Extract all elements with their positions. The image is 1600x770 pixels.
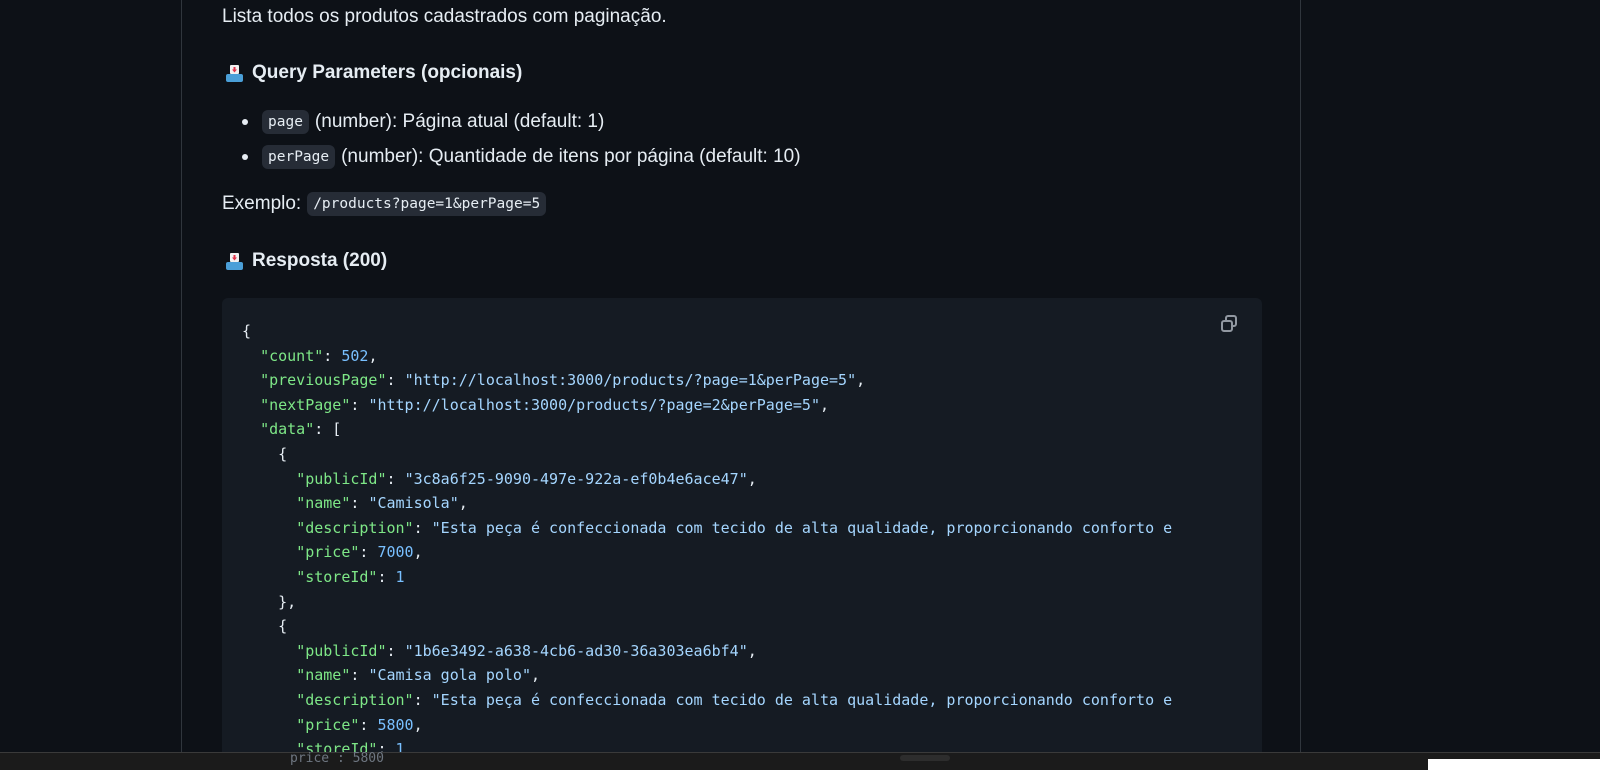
- json-key: "previousPage": [260, 371, 387, 390]
- json-key: "nextPage": [260, 395, 351, 414]
- code-line: {: [242, 442, 1172, 467]
- json-string: "http://localhost:3000/products/?page=2&…: [368, 395, 820, 414]
- page: Lista todos os produtos cadastrados com …: [0, 0, 1600, 770]
- json-punctuation: :: [413, 518, 432, 537]
- json-key: "name": [296, 666, 351, 685]
- json-string: "3c8a6f25-9090-497e-922a-ef0b4e6ace47": [404, 469, 748, 488]
- query-parameters-title: Query Parameters (opcionais): [252, 62, 523, 83]
- json-number: 1: [395, 567, 405, 586]
- example-row: Exemplo: /products?page=1&perPage=5: [222, 192, 547, 216]
- json-punctuation: :: [350, 494, 369, 513]
- response-heading: Resposta (200): [226, 250, 387, 272]
- json-punctuation: :: [413, 690, 432, 709]
- inbox-tray-icon: [226, 252, 243, 270]
- json-key: "count": [260, 346, 324, 365]
- json-punctuation: {: [242, 322, 252, 340]
- response-title: Resposta (200): [252, 250, 388, 271]
- json-punctuation: {: [278, 444, 288, 463]
- code-line: "data": [: [242, 417, 1172, 442]
- param-description: (number): Página atual (default: 1): [314, 110, 605, 132]
- json-string: "1b6e3492-a638-4cb6-ad30-36a303ea6bf4": [404, 641, 748, 660]
- code-line: "previousPage": "http://localhost:3000/p…: [242, 368, 1172, 393]
- json-key: "publicId": [296, 469, 387, 488]
- json-punctuation: : [: [314, 420, 342, 439]
- list-item: page (number): Página atual (default: 1): [222, 104, 801, 139]
- param-name-code: page: [262, 109, 309, 134]
- example-label: Exemplo:: [222, 193, 302, 214]
- bullet: [242, 154, 248, 160]
- json-punctuation: :: [323, 346, 342, 365]
- taskbar-chip: [900, 755, 950, 761]
- json-punctuation: ,: [856, 371, 866, 390]
- json-string: "http://localhost:3000/products/?page=1&…: [404, 371, 857, 390]
- json-punctuation: :: [386, 371, 405, 390]
- json-punctuation: :: [359, 715, 378, 734]
- code-line: "description": "Esta peça é confeccionad…: [242, 516, 1172, 541]
- query-parameters-list: page (number): Página atual (default: 1)…: [222, 104, 801, 174]
- json-punctuation: ,: [368, 346, 378, 365]
- json-punctuation: ,: [747, 469, 757, 488]
- json-punctuation: :: [350, 666, 369, 685]
- taskbar: price : 5800: [0, 752, 1600, 770]
- code-line: "publicId": "1b6e3492-a638-4cb6-ad30-36a…: [242, 639, 1172, 664]
- json-string: "Esta peça é confeccionada com tecido de…: [431, 518, 1173, 537]
- json-punctuation: :: [386, 641, 405, 660]
- list-item: perPage (number): Quantidade de itens po…: [222, 139, 801, 174]
- json-string: "Esta peça é confeccionada com tecido de…: [431, 690, 1173, 709]
- code-line: {: [242, 319, 1172, 344]
- json-key: "description": [296, 518, 414, 537]
- code-line: "nextPage": "http://localhost:3000/produ…: [242, 393, 1172, 418]
- code-line: "count": 502,: [242, 344, 1172, 369]
- code-line: "price": 7000,: [242, 540, 1172, 565]
- code-line: },: [242, 590, 1172, 615]
- json-key: "price": [296, 543, 360, 562]
- query-parameters-heading: Query Parameters (opcionais): [226, 62, 522, 84]
- json-punctuation: :: [386, 469, 405, 488]
- code-line: "name": "Camisa gola polo",: [242, 663, 1172, 688]
- json-punctuation: ,: [458, 494, 468, 513]
- param-description: (number): Quantidade de itens por página…: [341, 145, 801, 167]
- inbox-tray-icon: [226, 64, 243, 82]
- json-punctuation: {: [278, 617, 288, 636]
- json-punctuation: },: [278, 592, 297, 611]
- json-punctuation: ,: [531, 666, 541, 685]
- json-punctuation: :: [359, 543, 378, 562]
- json-punctuation: ,: [413, 715, 423, 734]
- json-number: 7000: [377, 543, 414, 562]
- code-line: "storeId": 1: [242, 565, 1172, 590]
- copy-button[interactable]: [1218, 312, 1242, 336]
- json-key: "storeId": [296, 567, 378, 586]
- code-line: "description": "Esta peça é confeccionad…: [242, 688, 1172, 713]
- json-key: "publicId": [296, 641, 387, 660]
- endpoint-description: Lista todos os produtos cadastrados com …: [222, 6, 667, 27]
- code-line: {: [242, 614, 1172, 639]
- json-string: "Camisa gola polo": [368, 666, 531, 685]
- json-punctuation: ,: [413, 543, 423, 562]
- json-key: "description": [296, 690, 414, 709]
- json-number: 502: [341, 346, 369, 365]
- code-line: "price": 5800,: [242, 713, 1172, 738]
- code-line: "publicId": "3c8a6f25-9090-497e-922a-ef0…: [242, 467, 1172, 492]
- json-key: "name": [296, 494, 351, 513]
- json-punctuation: :: [377, 567, 396, 586]
- code-line: "name": "Camisola",: [242, 491, 1172, 516]
- param-name-code: perPage: [262, 144, 336, 169]
- readme-content-column: Lista todos os produtos cadastrados com …: [181, 0, 1301, 770]
- json-string: "Camisola": [368, 494, 459, 513]
- ghost-text: price : 5800: [290, 751, 384, 766]
- json-code-block[interactable]: { "count": 502, "previousPage": "http://…: [222, 298, 1262, 770]
- json-punctuation: :: [350, 395, 369, 414]
- json-key: "price": [296, 715, 360, 734]
- bullet: [242, 119, 248, 125]
- json-punctuation: ,: [747, 641, 757, 660]
- json-number: 5800: [377, 715, 414, 734]
- taskbar-white-block: [1428, 759, 1600, 770]
- code-content: { "count": 502, "previousPage": "http://…: [242, 319, 1172, 762]
- example-code: /products?page=1&perPage=5: [307, 192, 547, 216]
- json-key: "data": [260, 420, 315, 439]
- json-punctuation: ,: [819, 395, 830, 414]
